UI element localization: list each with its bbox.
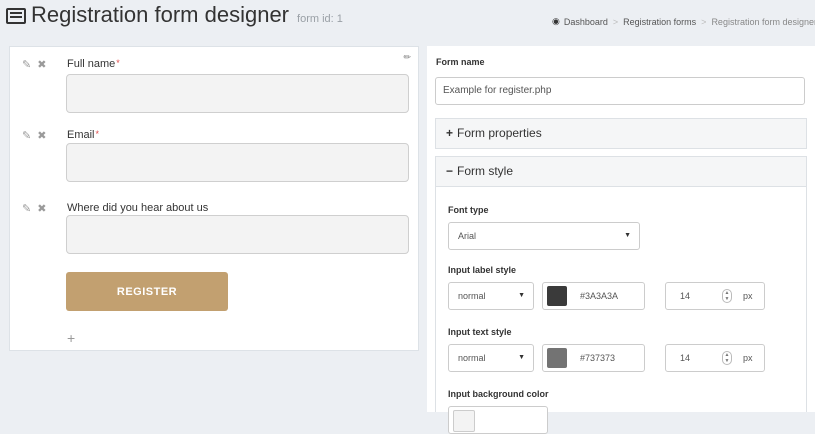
form-designer-panel: ✏ ✎ ✖ Full name* ✎ ✖ Email* ✎ ✖ Where did y… — [9, 46, 419, 351]
label-size-input[interactable]: 14 ▲ ▼ px — [665, 282, 765, 310]
page-title: Registration form designer — [31, 2, 290, 27]
collapse-icon: − — [446, 164, 454, 178]
label-weight-select[interactable]: normal ▼ — [448, 282, 534, 310]
email-input[interactable] — [66, 143, 409, 182]
caret-down-icon: ▼ — [518, 354, 525, 361]
list-alt-icon — [6, 8, 26, 24]
color-swatch — [547, 286, 567, 306]
field-label: Email* — [67, 129, 100, 141]
text-weight-select[interactable]: normal ▼ — [448, 344, 534, 372]
text-color-picker[interactable]: #737373 — [542, 344, 645, 372]
label-color-picker[interactable]: #3A3A3A — [542, 282, 645, 310]
input-label-style-label: Input label style — [448, 265, 517, 275]
settings-panel: Form name Example for register.php + Form… — [427, 46, 815, 434]
text-size-input[interactable]: 14 ▲ ▼ px — [665, 344, 765, 372]
page-header: Registration form designer form id: 1 ◉ … — [0, 0, 815, 38]
breadcrumb-current: Registration form designer — [711, 16, 815, 27]
color-swatch — [547, 348, 567, 368]
dashboard-icon: ◉ — [551, 16, 560, 26]
register-button[interactable]: REGISTER — [66, 272, 228, 311]
form-name-label: Form name — [436, 57, 485, 67]
referral-input[interactable] — [66, 215, 409, 254]
caret-down-icon: ▼ — [624, 232, 631, 239]
required-mark: * — [95, 129, 100, 139]
input-text-style-label: Input text style — [448, 327, 512, 337]
color-swatch — [453, 410, 475, 432]
font-type-label: Font type — [448, 205, 489, 215]
delete-icon[interactable]: ✖ — [37, 59, 46, 71]
form-properties-header[interactable]: + Form properties — [435, 118, 807, 149]
required-mark: * — [116, 58, 120, 68]
form-name-input[interactable]: Example for register.php — [435, 77, 805, 105]
field-label: Full name* — [67, 58, 120, 70]
delete-icon[interactable]: ✖ — [37, 130, 46, 142]
form-id-label: form id: 1 — [297, 13, 343, 25]
spinner-icon[interactable]: ▲ ▼ — [722, 351, 732, 365]
edit-icon[interactable]: ✎ — [22, 130, 31, 142]
pin-icon[interactable]: ✏ — [403, 52, 411, 63]
font-type-select[interactable]: Arial ▼ — [448, 222, 640, 250]
page-title-group: Registration form designer form id: 1 — [6, 2, 343, 28]
input-background-color-label: Input background color — [448, 389, 549, 399]
breadcrumb-registration-forms[interactable]: Registration forms — [623, 17, 696, 27]
spinner-icon[interactable]: ▲ ▼ — [722, 289, 732, 303]
plus-icon[interactable]: + — [67, 330, 75, 346]
edit-icon[interactable]: ✎ — [22, 59, 31, 71]
field-label: Where did you hear about us — [67, 202, 209, 214]
caret-down-icon: ▼ — [518, 292, 525, 299]
breadcrumb-dashboard[interactable]: Dashboard — [564, 17, 608, 27]
breadcrumb: ◉ Dashboard > Registration forms > Regis… — [551, 16, 815, 27]
delete-icon[interactable]: ✖ — [37, 203, 46, 215]
form-style-body: Font type Arial ▼ Input label style norm… — [435, 186, 807, 434]
form-style-header[interactable]: − Form style — [435, 156, 807, 187]
background-color-picker[interactable] — [448, 406, 548, 434]
edit-icon[interactable]: ✎ — [22, 203, 31, 215]
full-name-input[interactable] — [66, 74, 409, 113]
expand-icon: + — [446, 126, 454, 140]
